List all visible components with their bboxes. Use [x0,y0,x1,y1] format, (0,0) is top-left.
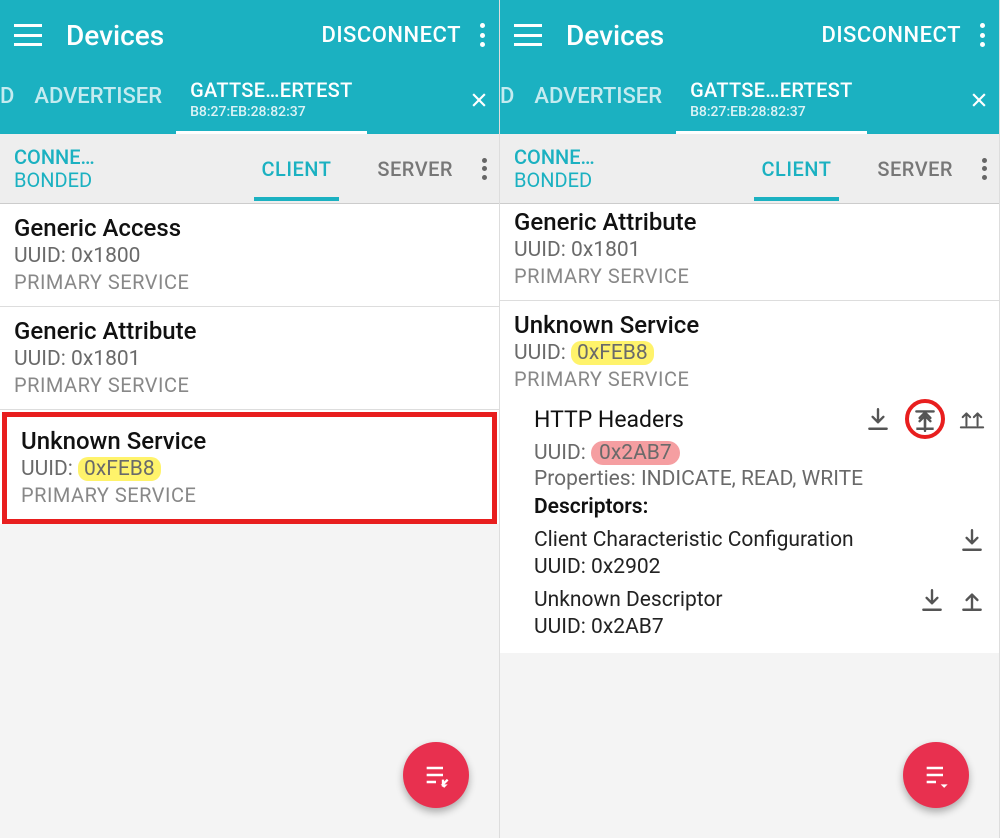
upload-icon-highlighted[interactable] [905,399,945,439]
uuid-highlight-pink: 0x2AB7 [591,441,680,465]
characteristic-item[interactable]: HTTP Headers UUID: 0x2AB7 [500,395,999,525]
characteristic-uuid-line: UUID: 0x2AB7 [534,441,985,465]
service-list: Generic Attribute UUID: 0x1801 PRIMARY S… [500,204,999,653]
top-tab-bar: D ADVERTISER GATTSE…ERTEST B8:27:EB:28:8… [500,70,999,134]
service-uuid-line: UUID: 0x1801 [514,238,985,262]
menu-icon[interactable] [14,24,42,46]
service-item-generic-attribute[interactable]: Generic Attribute UUID: 0x1801 PRIMARY S… [500,204,999,301]
app-bar: Devices DISCONNECT [500,0,999,70]
service-type: PRIMARY SERVICE [21,483,478,507]
tab-advertiser[interactable]: ADVERTISER [520,70,676,134]
device-name: GATTSE…ERTEST [190,78,353,102]
service-name: Generic Access [14,214,485,242]
descriptor-item-unknown[interactable]: Unknown Descriptor [500,585,999,615]
service-type: PRIMARY SERVICE [514,264,985,288]
close-tab-icon[interactable] [969,90,989,114]
more-icon[interactable] [979,23,985,47]
tab-device[interactable]: GATTSE…ERTEST B8:27:EB:28:82:37 [676,70,867,134]
device-mac: B8:27:EB:28:82:37 [690,104,806,120]
subtab-more-icon[interactable] [981,158,987,180]
more-icon[interactable] [479,23,485,47]
fab-button[interactable] [403,742,469,808]
service-item-unknown[interactable]: Unknown Service UUID: 0xFEB8 PRIMARY SER… [2,412,497,524]
connection-status[interactable]: CONNE… BONDED [0,138,109,200]
descriptor-uuid-line: UUID: 0x2902 [500,555,999,585]
service-item-generic-attribute[interactable]: Generic Attribute UUID: 0x1801 PRIMARY S… [0,307,499,410]
service-uuid-line: UUID: 0xFEB8 [514,341,985,365]
tab-server[interactable]: SERVER [859,137,971,201]
tab-partial[interactable]: D [0,70,20,134]
subtab-more-icon[interactable] [481,158,487,180]
sub-tab-bar: CONNE… BONDED CLIENT SERVER [0,134,499,204]
tab-partial[interactable]: D [500,70,520,134]
descriptors-label: Descriptors: [534,495,985,519]
sub-tab-bar: CONNE… BONDED CLIENT SERVER [500,134,999,204]
service-type: PRIMARY SERVICE [514,367,985,391]
conn-line2: BONDED [14,169,95,192]
menu-icon[interactable] [514,24,542,46]
descriptor-name: Unknown Descriptor [534,588,919,612]
connection-status[interactable]: CONNE… BONDED [500,138,609,200]
service-uuid-line: UUID: 0x1801 [14,347,485,371]
device-mac: B8:27:EB:28:82:37 [190,104,306,120]
download-icon[interactable] [919,587,945,613]
upload-icon[interactable] [959,587,985,613]
disconnect-button[interactable]: DISCONNECT [321,23,461,48]
uuid-highlight: 0xFEB8 [78,457,161,481]
service-uuid-line: UUID: 0x1800 [14,244,485,268]
descriptor-name: Client Characteristic Configuration [534,528,959,552]
app-title: Devices [66,19,321,52]
download-icon[interactable] [865,406,891,432]
tab-server[interactable]: SERVER [359,137,471,201]
service-name: Generic Attribute [514,208,985,236]
service-list: Generic Access UUID: 0x1800 PRIMARY SERV… [0,204,499,524]
disconnect-button[interactable]: DISCONNECT [821,23,961,48]
service-item-generic-access[interactable]: Generic Access UUID: 0x1800 PRIMARY SERV… [0,204,499,307]
right-screenshot: Devices DISCONNECT D ADVERTISER GATTSE…E… [500,0,1000,838]
download-icon[interactable] [959,527,985,553]
conn-line2: BONDED [514,169,595,192]
descriptor-uuid-line: UUID: 0x2AB7 [500,615,999,653]
device-name: GATTSE…ERTEST [690,78,853,102]
double-upload-icon[interactable] [959,406,985,432]
top-tab-bar: D ADVERTISER GATTSE…ERTEST B8:27:EB:28:8… [0,70,499,134]
tab-advertiser[interactable]: ADVERTISER [20,70,176,134]
close-tab-icon[interactable] [469,90,489,114]
service-name: Unknown Service [514,311,985,339]
service-uuid-line: UUID: 0xFEB8 [21,457,478,481]
descriptor-item-ccc[interactable]: Client Characteristic Configuration [500,525,999,555]
service-name: Unknown Service [21,427,478,455]
conn-line1: CONNE… [14,146,95,169]
conn-line1: CONNE… [514,146,595,169]
tab-client[interactable]: CLIENT [243,137,349,201]
fab-button[interactable] [903,742,969,808]
characteristic-name: HTTP Headers [534,406,865,433]
left-screenshot: Devices DISCONNECT D ADVERTISER GATTSE…E… [0,0,500,838]
service-type: PRIMARY SERVICE [14,373,485,397]
service-item-unknown[interactable]: Unknown Service UUID: 0xFEB8 PRIMARY SER… [500,301,999,395]
service-name: Generic Attribute [14,317,485,345]
service-type: PRIMARY SERVICE [14,270,485,294]
characteristic-properties: Properties: INDICATE, READ, WRITE [534,467,985,491]
uuid-highlight: 0xFEB8 [571,341,654,365]
app-title: Devices [566,19,821,52]
app-bar: Devices DISCONNECT [0,0,499,70]
tab-client[interactable]: CLIENT [743,137,849,201]
tab-device[interactable]: GATTSE…ERTEST B8:27:EB:28:82:37 [176,70,367,134]
